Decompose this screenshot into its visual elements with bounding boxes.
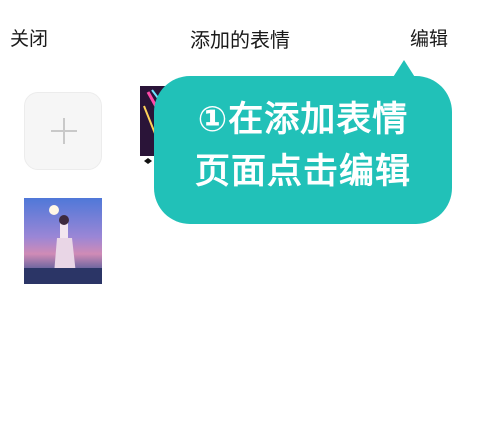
page-title: 添加的表情 bbox=[190, 28, 290, 52]
add-sticker-button[interactable] bbox=[24, 92, 102, 170]
tooltip-line-2: 页面点击编辑 bbox=[194, 152, 411, 192]
edit-button[interactable]: 编辑 bbox=[410, 24, 448, 51]
sticker-anime-image bbox=[24, 198, 102, 284]
tooltip-line-1: ①在添加表情 bbox=[197, 100, 409, 140]
tutorial-tooltip: ①在添加表情 页面点击编辑 bbox=[154, 76, 452, 224]
plus-icon-vertical-stroke bbox=[63, 118, 65, 144]
sticker-item-2[interactable] bbox=[24, 198, 102, 284]
